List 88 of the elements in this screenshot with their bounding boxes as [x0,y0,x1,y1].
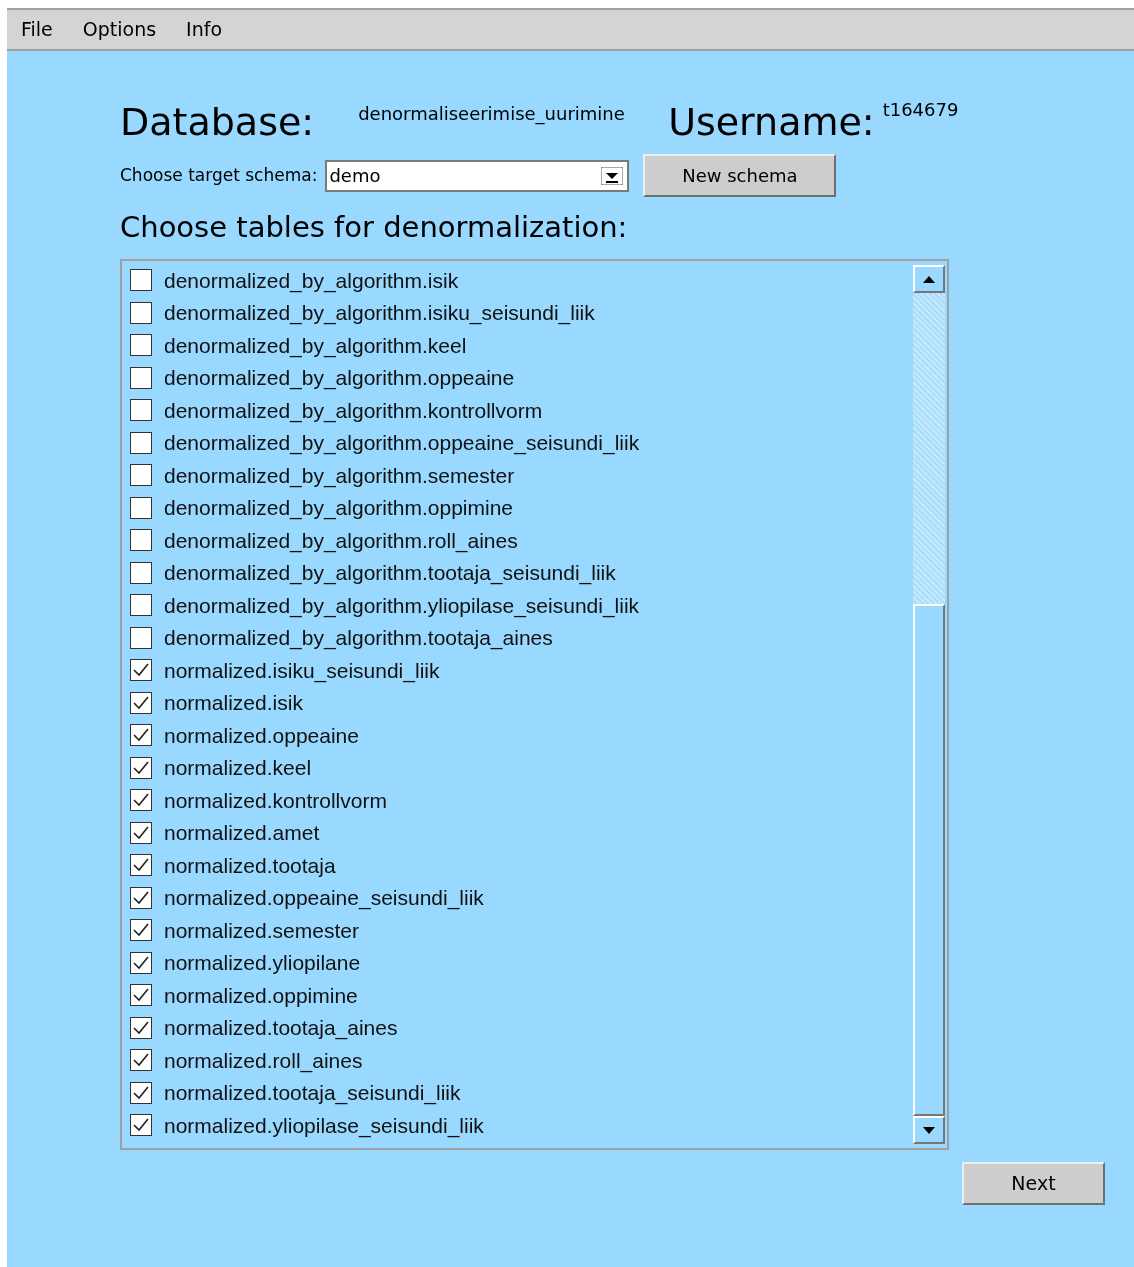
table-name[interactable]: normalized.tootaja_aines [164,1012,398,1044]
checkbox[interactable] [130,334,152,357]
schema-label: Choose target schema: [120,163,318,187]
checkbox[interactable] [130,431,152,454]
table-name[interactable]: denormalized_by_algorithm.semester [164,459,515,491]
username-value: t164679 [882,98,959,122]
checkbox[interactable] [130,496,152,519]
table-name[interactable]: normalized.tootaja [164,849,336,881]
table-name[interactable]: normalized.tootaja_seisundi_liik [164,1077,461,1109]
tables-heading: Choose tables for denormalization: [120,209,629,246]
checkbox[interactable] [130,789,152,812]
checkmark-icon [133,988,149,1003]
new-schema-button[interactable]: New schema [643,154,837,197]
checkmark-icon [133,695,149,710]
scroll-down-button[interactable] [913,1116,945,1144]
table-name[interactable]: denormalized_by_algorithm.roll_aines [164,524,518,556]
checkmark-icon [133,663,149,678]
checkbox[interactable] [130,594,152,617]
down-arrow-icon [923,1126,935,1134]
checkmark-icon [133,825,149,840]
checkbox[interactable] [130,854,152,877]
table-name[interactable]: normalized.isiku_seisundi_liik [164,654,440,686]
menu-item[interactable]: Info [186,15,223,44]
table-name[interactable]: normalized.keel [164,752,312,784]
table-name[interactable]: denormalized_by_algorithm.tootaja_seisundi_liik [164,557,616,589]
table-name[interactable]: denormalized_by_algorithm.tootaja_aines [164,622,553,654]
database-label: Database: [120,103,315,141]
checkmark-icon [133,858,149,873]
table-name[interactable]: denormalized_by_algorithm.oppeaine_seisundi_liik [164,427,640,459]
schema-dropdown[interactable]: demo [325,159,630,192]
table-name[interactable]: normalized.yliopilase_seisundi_liik [164,1109,484,1141]
next-button[interactable]: Next [962,1162,1105,1205]
checkbox[interactable] [130,951,152,974]
checkbox[interactable] [130,659,152,682]
checkbox[interactable] [130,756,152,779]
checkmark-icon [133,923,149,938]
checkbox[interactable] [130,691,152,714]
checkmark-icon [133,1118,149,1133]
checkbox[interactable] [130,399,152,422]
checkbox[interactable] [130,1114,152,1137]
checkbox[interactable] [130,366,152,389]
checkmark-icon [133,728,149,743]
checkbox[interactable] [130,561,152,584]
checkbox[interactable] [130,886,152,909]
table-name[interactable]: normalized.oppeaine_seisundi_liik [164,882,484,914]
checkbox[interactable] [130,1016,152,1039]
table-name[interactable]: normalized.amet [164,817,320,849]
checkbox[interactable] [130,919,152,942]
up-arrow-icon [923,275,935,283]
table-name[interactable]: denormalized_by_algorithm.isik [164,264,459,296]
database-name: denormaliseerimise_uurimine [358,102,626,127]
checkmark-icon [133,760,149,775]
scroll-up-button[interactable] [913,265,945,293]
table-name[interactable]: normalized.oppeaine [164,719,359,751]
table-name[interactable]: normalized.oppimine [164,979,358,1011]
checkbox[interactable] [130,464,152,487]
table-name[interactable]: denormalized_by_algorithm.isiku_seisundi_liik [164,297,595,329]
checkbox[interactable] [130,1081,152,1104]
checkbox[interactable] [130,821,152,844]
scrollbar[interactable] [913,265,945,1144]
checkbox[interactable] [130,984,152,1007]
checkbox[interactable] [130,529,152,552]
checkmark-icon [133,955,149,970]
table-name[interactable]: normalized.kontrollvorm [164,784,387,816]
checkbox[interactable] [130,269,152,292]
table-name[interactable]: denormalized_by_algorithm.oppeaine [164,362,515,394]
table-name[interactable]: normalized.semester [164,914,359,946]
table-name[interactable]: denormalized_by_algorithm.kontrollvorm [164,394,543,426]
table-name[interactable]: normalized.roll_aines [164,1044,363,1076]
checkmark-icon [133,793,149,808]
checkbox[interactable] [130,301,152,324]
table-name[interactable]: denormalized_by_algorithm.keel [164,329,467,361]
table-name[interactable]: normalized.yliopilane [164,947,361,979]
checkmark-icon [133,1020,149,1035]
checkbox[interactable] [130,1049,152,1072]
checkmark-icon [133,1053,149,1068]
menu-item[interactable]: File [21,15,53,44]
table-name[interactable]: normalized.isik [164,687,303,719]
checkbox[interactable] [130,626,152,649]
menu-item[interactable]: Options [82,15,157,44]
table-name[interactable]: denormalized_by_algorithm.yliopilase_seisundi_liik [164,589,640,621]
dropdown-arrow-icon [601,166,624,185]
checkmark-icon [133,1085,149,1100]
scrollbar-thumb[interactable] [913,604,945,1116]
checkmark-icon [133,890,149,905]
table-name[interactable]: denormalized_by_algorithm.oppimine [164,492,514,524]
checkbox[interactable] [130,724,152,747]
username-label: Username: [668,103,875,141]
